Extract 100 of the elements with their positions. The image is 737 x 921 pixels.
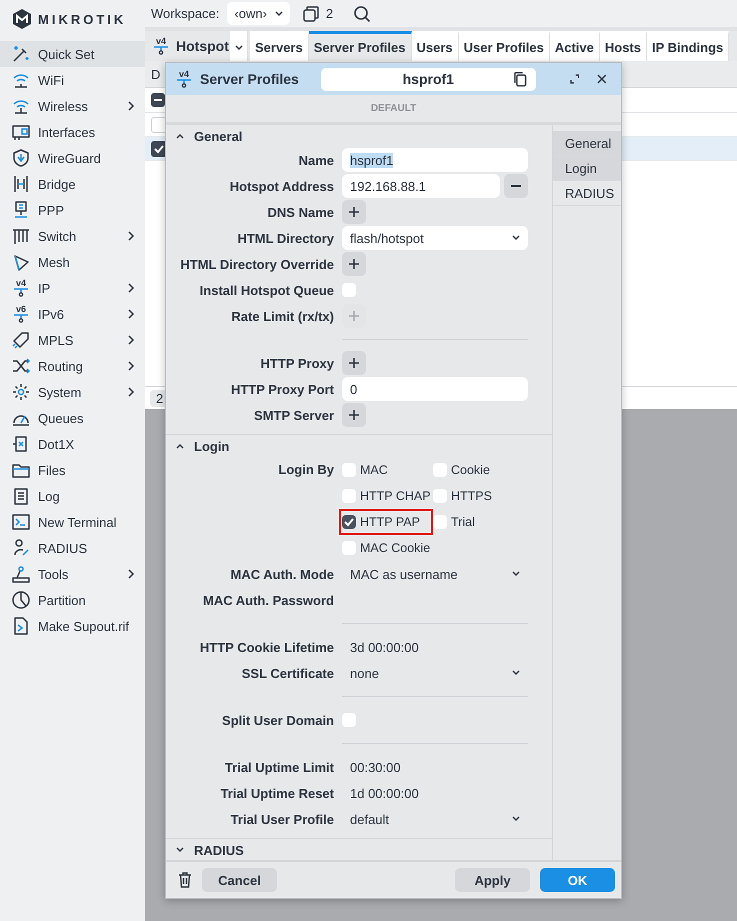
banner-text: DEFAULT <box>370 103 416 114</box>
checkbox[interactable] <box>342 283 356 297</box>
sidebar-item[interactable]: Files <box>0 457 145 483</box>
windows-icon[interactable] <box>302 4 320 22</box>
add-button[interactable] <box>342 252 366 276</box>
sidebar-item[interactable]: Quick Set <box>0 41 145 67</box>
remove-button[interactable] <box>504 174 528 198</box>
checkbox[interactable] <box>433 463 447 477</box>
checkbox[interactable] <box>433 489 447 503</box>
tab[interactable]: User Profiles <box>458 31 550 61</box>
section-link[interactable]: RADIUS <box>553 181 621 206</box>
checkbox[interactable] <box>342 713 356 727</box>
plus-icon <box>349 358 359 368</box>
field-label: HTTP Cookie Lifetime <box>198 640 335 654</box>
section-header[interactable]: Login <box>166 435 240 457</box>
check-icon <box>343 516 355 528</box>
sidebar-item[interactable]: v6 IPv6 <box>0 301 145 327</box>
chevron-down-icon <box>176 847 184 853</box>
section-header[interactable]: RADIUS <box>166 839 254 860</box>
sidebar-item[interactable]: Mesh <box>0 249 145 275</box>
checkbox-label: HTTPS <box>451 489 492 503</box>
close-icon[interactable] <box>597 74 607 84</box>
add-button[interactable] <box>342 200 366 224</box>
sidebar-item[interactable]: Tools <box>0 561 145 587</box>
sidebar-item[interactable]: MPLS <box>0 327 145 353</box>
workspace-select[interactable]: ‹own› <box>227 2 290 25</box>
sidebar-item[interactable]: Switch <box>0 223 145 249</box>
checkbox-label: Trial <box>451 515 475 529</box>
field-label: HTML Directory <box>236 230 335 246</box>
field-value: 1d 00:00:00 <box>349 786 419 800</box>
section-link[interactable]: Login <box>553 156 621 181</box>
tab[interactable]: Hosts <box>600 31 647 61</box>
checkbox-label: HTTP PAP <box>360 515 420 529</box>
input-field[interactable]: hsprof1 <box>342 148 528 172</box>
caret-icon <box>234 44 242 50</box>
add-button[interactable] <box>342 351 366 375</box>
window-title: Hotspot <box>176 38 229 54</box>
field-label: MAC Auth. Mode <box>230 566 335 582</box>
checkbox-label: HTTP CHAP <box>360 489 431 503</box>
sidebar-item[interactable]: Log <box>0 483 145 509</box>
sidebar-item[interactable]: v4 IP <box>0 275 145 301</box>
select-field[interactable]: MAC as username <box>342 562 528 586</box>
sidebar-item[interactable]: RADIUS <box>0 535 145 561</box>
tab[interactable]: IP Bindings <box>647 31 730 61</box>
sidebar-item[interactable]: Partition <box>0 587 145 613</box>
chevron-up-icon <box>176 443 184 449</box>
tab[interactable]: Users <box>412 31 459 61</box>
caret-icon <box>512 670 520 676</box>
sidebar-item[interactable]: WireGuard <box>0 145 145 171</box>
select-all-checkbox[interactable] <box>151 93 165 107</box>
joystick-icon <box>11 564 31 584</box>
section-header[interactable]: General <box>166 125 252 147</box>
sidebar-item[interactable]: Queues <box>0 405 145 431</box>
pie-chart-icon <box>11 590 31 610</box>
trash-icon[interactable] <box>178 872 192 888</box>
tab[interactable]: Active <box>550 31 600 61</box>
check-icon <box>153 142 165 154</box>
sidebar-item[interactable]: Bridge <box>0 171 145 197</box>
checkbox[interactable] <box>342 515 356 529</box>
checkbox[interactable] <box>342 541 356 555</box>
field-label: Rate Limit (rx/tx) <box>230 308 335 324</box>
gear-icon <box>11 382 31 402</box>
sidebar-item[interactable]: PPP <box>0 197 145 223</box>
sidebar-item[interactable]: Dot1X <box>0 431 145 457</box>
field-label: MAC Auth. Password <box>202 592 335 608</box>
sidebar-item[interactable]: Interfaces <box>0 119 145 145</box>
field-label: HTML Directory Override <box>179 256 335 272</box>
field-value: 00:30:00 <box>349 760 401 774</box>
input-field[interactable]: 192.168.88.1 <box>342 174 500 198</box>
checkbox-label: MAC <box>360 463 388 477</box>
tab-dropdown[interactable] <box>230 31 248 61</box>
sidebar-item[interactable]: Routing <box>0 353 145 379</box>
section-link[interactable]: General <box>553 131 621 156</box>
caret-icon <box>512 571 520 577</box>
select-field[interactable]: default <box>342 807 528 831</box>
checkbox[interactable] <box>342 463 356 477</box>
toolbar-button[interactable]: D <box>151 66 160 82</box>
sidebar-item[interactable]: WiFi <box>0 67 145 93</box>
tab[interactable]: Server Profiles <box>308 31 412 61</box>
tab[interactable]: Servers <box>250 31 309 61</box>
checkbox-label: MAC Cookie <box>360 541 430 555</box>
shield-icon <box>11 148 31 168</box>
cancel-button[interactable]: Cancel <box>202 868 277 892</box>
select-field[interactable]: none <box>342 661 528 685</box>
sidebar-item[interactable]: New Terminal <box>0 509 145 535</box>
search-icon[interactable] <box>353 4 372 22</box>
select-field[interactable]: flash/hotspot <box>342 226 528 250</box>
shuffle-icon <box>11 356 31 376</box>
checkbox[interactable] <box>433 515 447 529</box>
sidebar-item[interactable]: Make Supout.rif <box>0 613 145 639</box>
add-button[interactable] <box>342 403 366 427</box>
checkbox[interactable] <box>342 489 356 503</box>
input-field[interactable]: 0 <box>342 377 528 401</box>
expand-icon[interactable] <box>570 74 580 84</box>
sidebar-item[interactable]: Wireless <box>0 93 145 119</box>
window-count: 2 <box>326 6 334 21</box>
sidebar-item[interactable]: System <box>0 379 145 405</box>
apply-button[interactable]: Apply <box>455 868 530 892</box>
copy-icon[interactable] <box>512 71 528 87</box>
plus-icon <box>349 410 359 420</box>
